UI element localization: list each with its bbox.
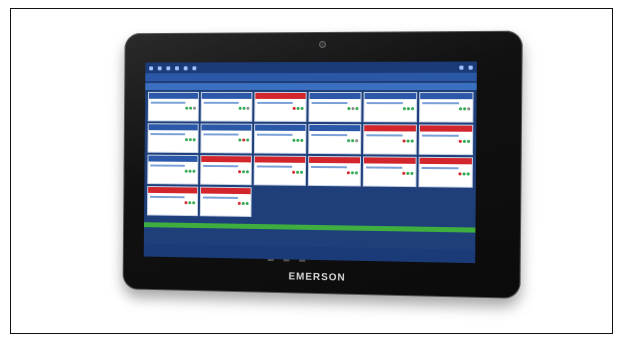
tile-grid <box>144 90 477 222</box>
empty-slot <box>363 189 417 220</box>
alarm-tile[interactable] <box>308 156 361 187</box>
alarm-tile[interactable] <box>419 124 474 155</box>
alarm-icon[interactable] <box>184 66 188 70</box>
help-icon[interactable] <box>192 66 196 70</box>
alarm-tile[interactable] <box>363 156 417 187</box>
tablet-screen <box>144 62 477 264</box>
settings-icon[interactable] <box>166 66 170 70</box>
alarm-tile[interactable] <box>200 187 252 217</box>
brand-logo-text: EMERSON <box>123 268 521 288</box>
group-header-bar[interactable] <box>145 83 477 90</box>
flag-icon[interactable] <box>459 65 463 69</box>
status-tile[interactable] <box>254 124 307 154</box>
status-tile[interactable] <box>148 92 199 122</box>
screen-bottombar <box>144 244 475 263</box>
recent-button[interactable] <box>299 260 305 262</box>
alarm-tile[interactable] <box>254 92 307 122</box>
screen-subbar <box>145 73 477 81</box>
user-icon[interactable] <box>469 65 473 69</box>
tablet-device: EMERSON <box>123 31 523 299</box>
refresh-icon[interactable] <box>175 66 179 70</box>
status-tile[interactable] <box>200 124 252 154</box>
back-button[interactable] <box>268 259 274 261</box>
alarm-tile[interactable] <box>147 186 198 216</box>
menu-icon[interactable] <box>149 66 153 70</box>
screen-topbar <box>145 62 477 74</box>
empty-slot <box>308 188 361 219</box>
home-button[interactable] <box>283 259 289 261</box>
status-tile[interactable] <box>201 92 253 122</box>
tablet-nav-buttons <box>268 259 306 262</box>
alarm-tile[interactable] <box>200 155 252 185</box>
alarm-tile[interactable] <box>363 124 417 155</box>
topbar-icons <box>149 66 196 70</box>
status-tile[interactable] <box>308 92 361 122</box>
status-tile[interactable] <box>419 92 474 123</box>
status-tile[interactable] <box>148 123 199 153</box>
empty-slot <box>418 189 473 220</box>
home-icon[interactable] <box>158 66 162 70</box>
topbar-right-icons <box>459 65 472 69</box>
alarm-tile[interactable] <box>254 155 306 185</box>
camera-icon <box>319 41 326 48</box>
status-green-bar <box>144 222 475 232</box>
status-tile[interactable] <box>363 92 417 122</box>
alarm-tile[interactable] <box>418 157 473 188</box>
status-tile[interactable] <box>308 124 361 154</box>
empty-slot <box>253 187 305 218</box>
status-tile[interactable] <box>147 155 198 185</box>
